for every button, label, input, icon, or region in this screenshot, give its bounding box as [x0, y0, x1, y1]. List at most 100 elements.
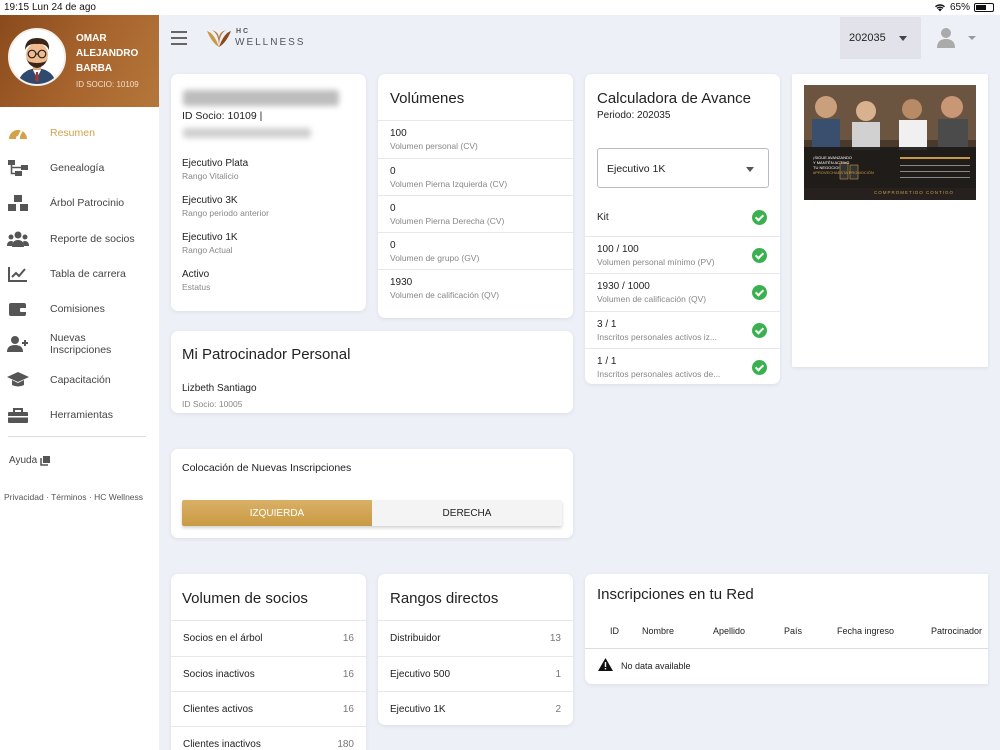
- stat-value: 180: [337, 738, 354, 750]
- kit-label: Kit: [597, 212, 609, 223]
- sidebar-item-capacitacion[interactable]: Capacitación: [0, 362, 159, 397]
- volumes-card: Volúmenes 100 Volumen personal (CV) 0 Volu…: [378, 74, 573, 318]
- toolbox-icon: [8, 408, 28, 424]
- help-label: Ayuda: [9, 455, 38, 466]
- warning-icon: [598, 658, 613, 671]
- brand-logo: HC WELLNESS: [206, 28, 306, 50]
- placement-left-button[interactable]: IZQUIERDA: [182, 500, 372, 526]
- row-label: Volumen personal (CV): [390, 141, 478, 151]
- stat-value: 16: [342, 632, 354, 644]
- promo-photo: [804, 85, 976, 200]
- avatar[interactable]: [8, 28, 66, 86]
- sidebar-item-resumen[interactable]: Resumen: [0, 115, 159, 150]
- sidebar-item-tabla-carrera[interactable]: Tabla de carrera: [0, 256, 159, 291]
- menu-toggle-button[interactable]: [171, 31, 187, 45]
- chart-line-icon: [8, 266, 27, 282]
- status-time: 19:15: [4, 2, 30, 13]
- caret-down-icon: [968, 36, 976, 40]
- sidebar-item-comisiones[interactable]: Comisiones: [0, 291, 159, 326]
- sidebar-item-reporte-socios[interactable]: Reporte de socios: [0, 221, 159, 256]
- sidebar-item-label: Árbol Patrocinio: [50, 197, 125, 210]
- row-value: 1 / 1: [597, 356, 617, 367]
- promo-banner[interactable]: ¡SIGUE AVANZANDO Y MANTÉN ACTIVO TU NEGO…: [804, 85, 976, 200]
- stat-label: Distribuidor: [390, 632, 441, 644]
- volume-row: 100 Volumen personal (CV): [378, 120, 573, 158]
- help-link[interactable]: Ayuda: [9, 455, 51, 466]
- row-label: Inscritos personales activos iz...: [597, 332, 717, 342]
- period-select[interactable]: 202035: [840, 17, 921, 59]
- sidebar-item-herramientas[interactable]: Herramientas: [0, 397, 159, 432]
- row-sub: Rango Vitalicio: [182, 171, 239, 181]
- sidebar-item-label: Herramientas: [50, 409, 114, 422]
- stat-value: 13: [549, 632, 561, 644]
- stat-row: Clientes activos 16: [171, 691, 366, 727]
- user-icon: [937, 28, 955, 48]
- sidebar-item-genealogia[interactable]: Genealogía: [0, 150, 159, 185]
- sponsor-title: Mi Patrocinador Personal: [182, 346, 351, 363]
- row-title: Ejecutivo Plata: [182, 158, 249, 169]
- row-label: Volumen Pierna Derecha (CV): [390, 216, 505, 226]
- stat-row: Distribuidor 13: [378, 620, 573, 656]
- stat-value: 2: [555, 703, 561, 715]
- sidebar: OMAR ALEJANDRO BARBA ID SOCIO: 10109 Res…: [0, 15, 159, 750]
- stat-row: Ejecutivo 500 1: [378, 656, 573, 692]
- calculator-card: Calculadora de Avance Periodo: 202035 Ej…: [585, 74, 780, 384]
- row-label: Volumen Pierna Izquierda (CV): [390, 179, 508, 189]
- sidebar-item-label: Capacitación: [50, 373, 111, 386]
- member-name-redacted: [183, 90, 339, 106]
- partner-volume-card: Volumen de socios Socios en el árbol 16 S…: [171, 574, 366, 750]
- sponsor-id: ID Socio: 10005: [182, 399, 243, 409]
- caret-down-icon: [899, 36, 907, 41]
- row-sub: Rango Actual: [182, 245, 233, 255]
- rank-select-value: Ejecutivo 1K: [607, 163, 666, 175]
- row-title: Ejecutivo 1K: [182, 232, 238, 243]
- wifi-icon: [935, 4, 945, 12]
- row-title: Activo: [182, 269, 210, 280]
- member-row: Ejecutivo 3K Rango periodo anterior: [182, 195, 269, 218]
- sidebar-item-nuevas-inscripciones[interactable]: Nuevas Inscripciones: [0, 327, 159, 362]
- table-header-divider: [585, 648, 988, 649]
- column-header-patrocinador[interactable]: Patrocinador: [931, 626, 982, 636]
- stat-value: 16: [342, 668, 354, 680]
- promo-headline: ¡SIGUE AVANZANDO Y MANTÉN ACTIVO TU NEGO…: [813, 155, 874, 175]
- row-value: 1930 / 1000: [597, 281, 650, 292]
- graduation-cap-icon: [7, 371, 29, 387]
- sidebar-item-label: Nuevas Inscripciones: [50, 332, 112, 357]
- stat-value: 16: [342, 703, 354, 715]
- boxes-icon: [8, 195, 28, 212]
- status-bar: 19:15 Lun 24 de ago 65%: [0, 0, 1000, 15]
- column-header-nombre[interactable]: Nombre: [642, 626, 674, 636]
- member-row: Ejecutivo Plata Rango Vitalicio: [182, 158, 248, 181]
- column-header-id[interactable]: ID: [610, 626, 619, 636]
- empty-state-text: No data available: [621, 661, 691, 671]
- profile-name: OMAR ALEJANDRO BARBA: [76, 33, 139, 74]
- user-menu-button[interactable]: [936, 27, 976, 51]
- stat-row: Socios en el árbol 16: [171, 620, 366, 656]
- rank-select[interactable]: Ejecutivo 1K: [597, 148, 769, 188]
- sponsor-name: Lizbeth Santiago: [182, 383, 257, 394]
- column-header-pais[interactable]: País: [784, 626, 802, 636]
- external-window-icon: [40, 455, 51, 466]
- row-sub: Rango periodo anterior: [182, 208, 269, 218]
- sidebar-item-arbol-patrocinio[interactable]: Árbol Patrocinio: [0, 186, 159, 221]
- sidebar-item-label: Genealogía: [50, 161, 105, 174]
- promo-card: ¡SIGUE AVANZANDO Y MANTÉN ACTIVO TU NEGO…: [792, 74, 988, 367]
- legal-links[interactable]: Privacidad · Términos · HC Wellness: [4, 492, 143, 502]
- row-value: 100 / 100: [597, 244, 639, 255]
- sidebar-item-label: Tabla de carrera: [50, 267, 126, 280]
- volume-row: 0 Volumen de grupo (GV): [378, 232, 573, 270]
- placement-card: Colocación de Nuevas Inscripciones IZQUI…: [171, 449, 573, 538]
- volume-row: 0 Volumen Pierna Derecha (CV): [378, 195, 573, 233]
- column-header-apellido[interactable]: Apellido: [713, 626, 745, 636]
- row-value: 1930: [390, 277, 413, 288]
- users-icon: [7, 231, 29, 247]
- battery-icon: [974, 3, 994, 12]
- placement-right-button[interactable]: DERECHA: [372, 500, 562, 526]
- column-header-fecha-ingreso[interactable]: Fecha ingreso: [837, 626, 894, 636]
- direct-ranks-title: Rangos directos: [390, 590, 499, 607]
- sidebar-nav: Resumen Genealogía Árbol Patrocinio Repo…: [0, 115, 159, 433]
- battery-percent: 65%: [949, 2, 970, 13]
- stat-row: Clientes inactivos 180: [171, 726, 366, 750]
- sidebar-divider: [8, 436, 146, 437]
- partner-volume-title: Volumen de socios: [182, 590, 308, 607]
